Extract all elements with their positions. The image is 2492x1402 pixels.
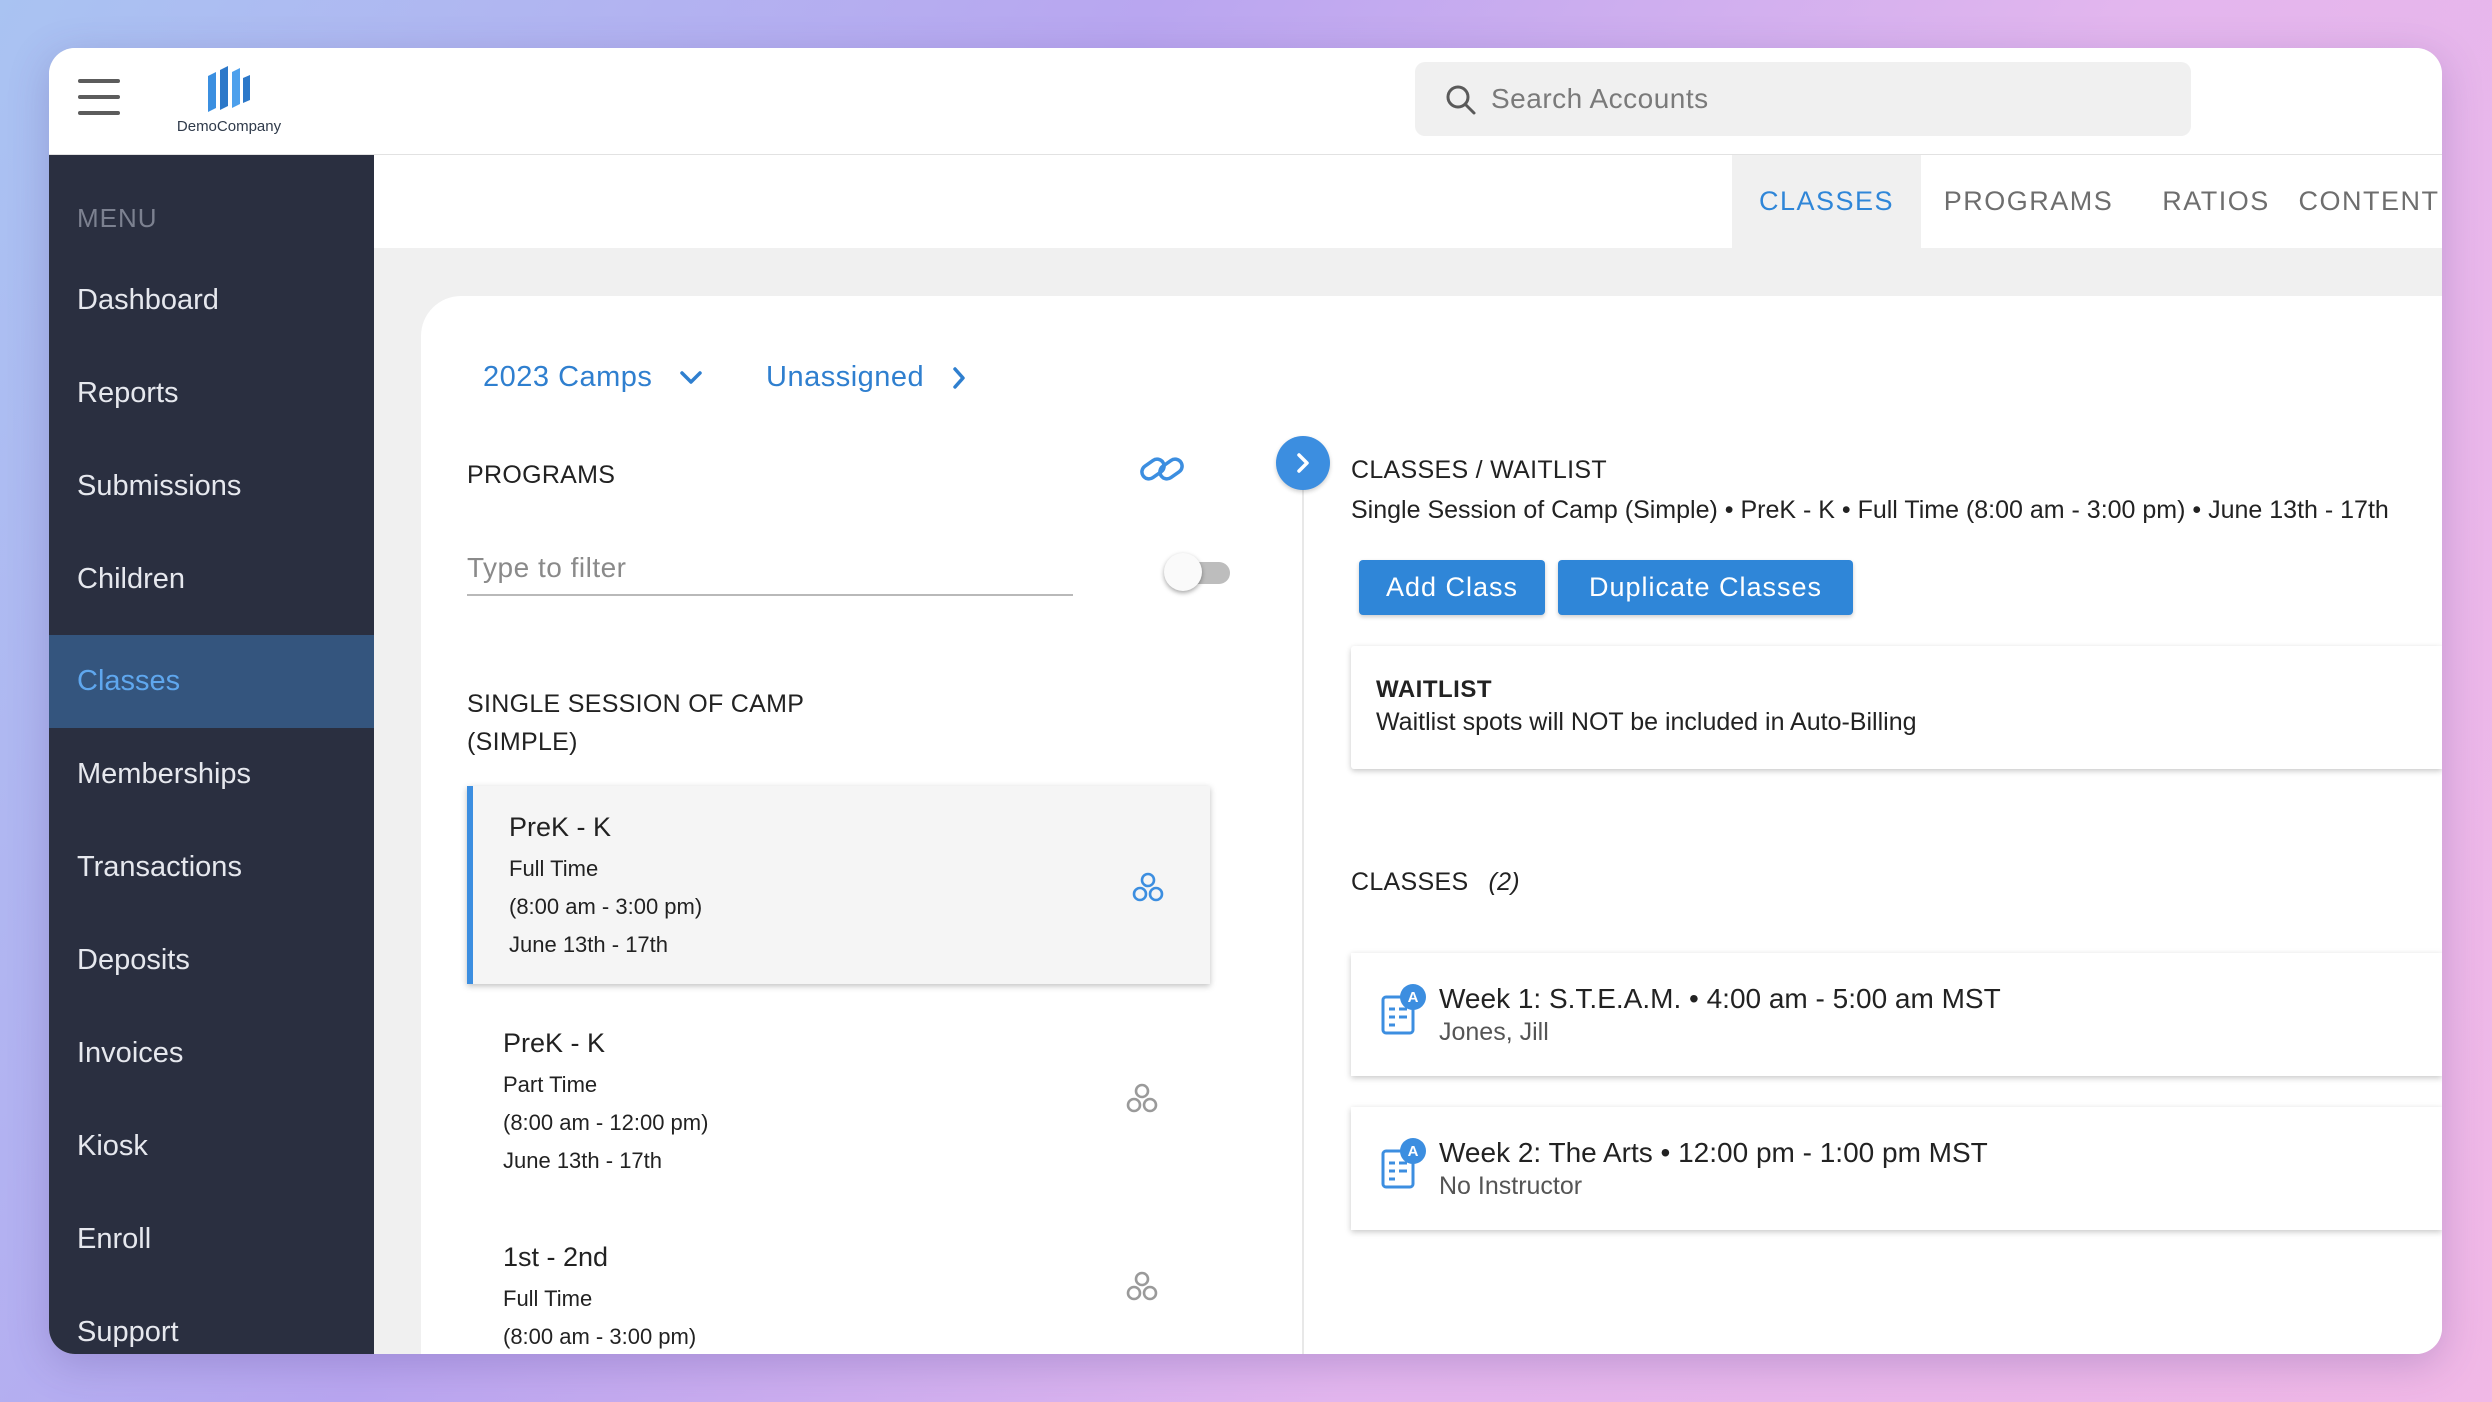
link-icon[interactable] xyxy=(1138,449,1186,489)
sidebar-item-deposits[interactable]: Deposits xyxy=(49,914,374,1007)
class-card[interactable]: A Week 1: S.T.E.A.M. • 4:00 am - 5:00 am… xyxy=(1351,953,2442,1076)
program-name: PreK - K xyxy=(509,812,612,842)
classes-panel: 2023 Camps Unassigned PROGRAMS Type to f… xyxy=(421,296,2442,1354)
sidebar: MENU Dashboard Reports Submissions Child… xyxy=(49,155,374,1354)
sidebar-item-classes[interactable]: Classes xyxy=(49,635,374,728)
chevron-down-icon xyxy=(680,371,702,385)
sidebar-item-reports[interactable]: Reports xyxy=(49,347,374,440)
season-dropdown[interactable]: 2023 Camps xyxy=(483,361,703,394)
class-title: Week 2: The Arts • 12:00 pm - 1:00 pm MS… xyxy=(1439,1137,1988,1168)
sidebar-item-support[interactable]: Support xyxy=(49,1286,374,1354)
chevron-right-icon xyxy=(1297,453,1309,473)
hamburger-menu-icon[interactable] xyxy=(78,79,120,119)
program-summary: Single Session of Camp (Simple) • PreK -… xyxy=(1351,496,2389,524)
column-divider xyxy=(1302,441,1304,1354)
sidebar-item-kiosk[interactable]: Kiosk xyxy=(49,1100,374,1193)
classes-label: CLASSES xyxy=(1351,868,1469,896)
status-breadcrumb[interactable]: Unassigned xyxy=(766,361,967,394)
program-type: Full Time xyxy=(509,856,599,881)
menu-label: MENU xyxy=(77,203,158,233)
tab-bar: CLASSES PROGRAMS RATIOS CONTENT xyxy=(374,155,2442,248)
program-filter-input[interactable] xyxy=(467,541,1073,596)
program-hours: (8:00 am - 12:00 pm) xyxy=(503,1110,709,1135)
sidebar-item-memberships[interactable]: Memberships xyxy=(49,728,374,821)
duplicate-classes-button[interactable]: Duplicate Classes xyxy=(1558,560,1853,615)
classes-waitlist-title: CLASSES / WAITLIST xyxy=(1351,456,1607,484)
tab-ratios[interactable]: RATIOS xyxy=(2136,155,2296,248)
group-icon xyxy=(1126,1271,1158,1301)
logo-bars-icon xyxy=(208,66,250,112)
sidebar-item-invoices[interactable]: Invoices xyxy=(49,1007,374,1100)
program-dates: June 13th - 17th xyxy=(503,1148,663,1173)
chevron-right-icon xyxy=(952,367,965,390)
group-icon xyxy=(1132,872,1164,902)
add-class-button[interactable]: Add Class xyxy=(1359,560,1545,615)
class-instructor: No Instructor xyxy=(1439,1172,1583,1200)
season-label: 2023 Camps xyxy=(483,361,653,393)
waitlist-title: WAITLIST xyxy=(1376,676,1492,703)
sidebar-item-children[interactable]: Children xyxy=(49,533,374,626)
tab-classes[interactable]: CLASSES xyxy=(1732,155,1921,248)
waitlist-card[interactable]: WAITLIST Waitlist spots will NOT be incl… xyxy=(1351,646,2442,769)
program-name: PreK - K xyxy=(503,1028,606,1058)
group-icon xyxy=(1126,1083,1158,1113)
main-content: CLASSES PROGRAMS RATIOS CONTENT 2023 Cam… xyxy=(374,155,2442,1354)
search-accounts-input[interactable] xyxy=(1491,62,2171,136)
search-icon xyxy=(1446,85,1476,115)
tab-content[interactable]: CONTENT xyxy=(2296,155,2442,248)
company-logo[interactable]: DemoCompany xyxy=(174,62,284,142)
tab-programs[interactable]: PROGRAMS xyxy=(1921,155,2136,248)
svg-text:A: A xyxy=(1408,989,1419,1006)
status-label: Unassigned xyxy=(766,361,925,393)
sidebar-item-dashboard[interactable]: Dashboard xyxy=(49,254,374,347)
sidebar-item-transactions[interactable]: Transactions xyxy=(49,821,374,914)
program-type: Full Time xyxy=(503,1286,593,1311)
program-item[interactable]: PreK - K Full Time (8:00 am - 3:00 pm) J… xyxy=(467,786,1210,984)
programs-title: PROGRAMS xyxy=(467,461,616,489)
class-instructor: Jones, Jill xyxy=(1439,1018,1549,1046)
sidebar-item-enroll[interactable]: Enroll xyxy=(49,1193,374,1286)
waitlist-description: Waitlist spots will NOT be included in A… xyxy=(1376,708,1917,736)
program-item[interactable]: PreK - K Part Time (8:00 am - 12:00 pm) … xyxy=(467,1002,1210,1192)
class-schedule-icon: A xyxy=(1381,1138,1426,1189)
program-group-title: SINGLE SESSION OF CAMP (SIMPLE) xyxy=(467,690,804,756)
program-hours: (8:00 am - 3:00 pm) xyxy=(503,1324,697,1349)
program-toggle-switch[interactable] xyxy=(1164,553,1234,591)
program-name: 1st - 2nd xyxy=(503,1242,609,1272)
app-window: DemoCompany MENU Dashboard Reports Submi… xyxy=(49,48,2442,1354)
svg-text:A: A xyxy=(1408,1143,1419,1160)
program-item[interactable]: 1st - 2nd Full Time (8:00 am - 3:00 pm) xyxy=(467,1216,1210,1354)
search-box[interactable] xyxy=(1415,62,2191,136)
logo-text: DemoCompany xyxy=(176,118,282,135)
class-title: Week 1: S.T.E.A.M. • 4:00 am - 5:00 am M… xyxy=(1439,983,2001,1014)
classes-count: (2) xyxy=(1488,868,1520,896)
classes-heading: CLASSES (2) xyxy=(1351,868,1520,897)
program-hours: (8:00 am - 3:00 pm) xyxy=(509,894,703,919)
class-schedule-icon: A xyxy=(1381,984,1426,1035)
top-bar: DemoCompany xyxy=(49,48,2442,155)
sidebar-item-submissions[interactable]: Submissions xyxy=(49,440,374,533)
program-dates: June 13th - 17th xyxy=(509,932,669,957)
program-type: Part Time xyxy=(503,1072,598,1097)
class-card[interactable]: A Week 2: The Arts • 12:00 pm - 1:00 pm … xyxy=(1351,1107,2442,1230)
expand-panel-button[interactable] xyxy=(1276,436,1330,490)
